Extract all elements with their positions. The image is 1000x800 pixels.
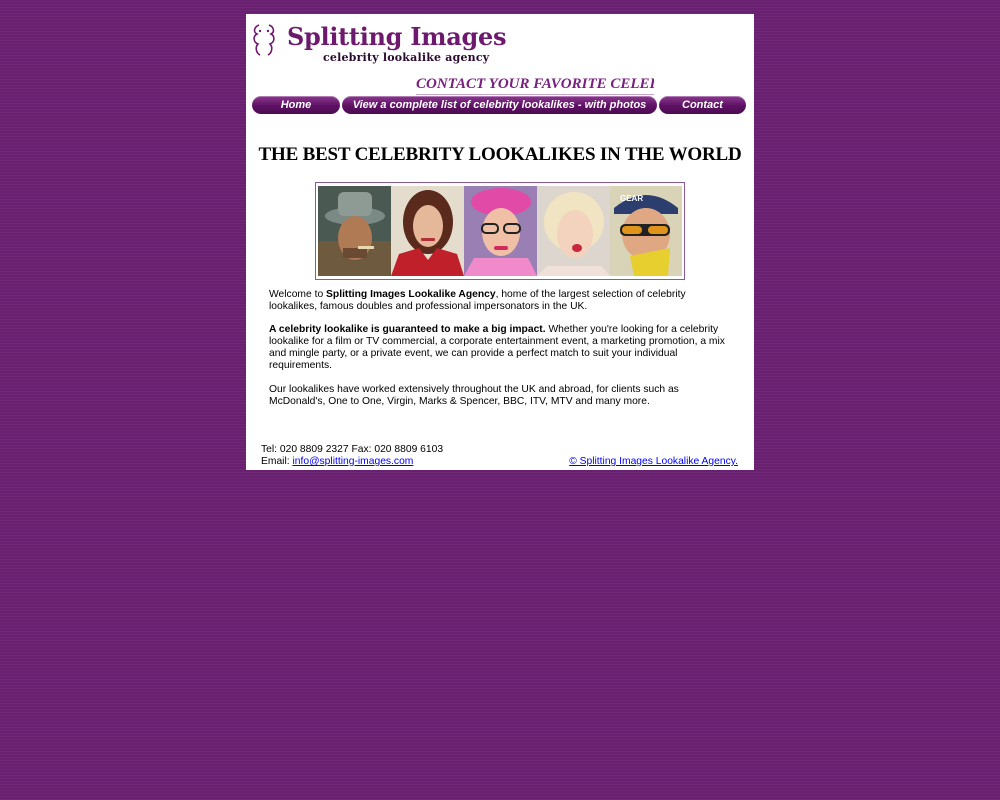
page-headline: THE BEST CELEBRITY LOOKALIKES IN THE WOR…	[258, 144, 742, 165]
nav-lookalike-list-button[interactable]: View a complete list of celebrity lookal…	[342, 96, 657, 114]
svg-text:GEAR: GEAR	[620, 194, 643, 203]
lookalike-photo-cowboy	[318, 186, 391, 276]
lookalike-photo-woman-red	[391, 186, 464, 276]
logo-title: Splitting Images	[287, 22, 507, 51]
intro-text: Welcome to	[269, 289, 327, 300]
nav-home-button[interactable]: Home	[252, 96, 340, 114]
footer-email: Email: info@splitting-images.com	[261, 456, 413, 467]
lookalike-photo-blonde	[537, 186, 610, 276]
site-logo[interactable]: Splitting Images celebrity lookalike age…	[250, 20, 506, 70]
intro-paragraph-clients: Our lookalikes have worked extensively t…	[269, 384, 679, 407]
scrolling-banner[interactable]: CONTACT YOUR FAVORITE CELEBRITY LOOKALIK…	[416, 76, 654, 95]
logo-subtitle: celebrity lookalike agency	[323, 51, 490, 64]
celebrity-photo-strip: GEAR	[315, 182, 685, 280]
nav-contact-button[interactable]: Contact	[659, 96, 746, 114]
agency-name: Splitting Images Lookalike Agency	[326, 289, 496, 300]
lookalike-photo-sunglasses: GEAR	[610, 186, 682, 276]
lookalike-photo-dame	[464, 186, 537, 276]
email-label: Email:	[261, 456, 293, 467]
logo-faces-icon	[253, 24, 275, 56]
email-link[interactable]: info@splitting-images.com	[292, 456, 413, 467]
copyright-link[interactable]: © Splitting Images Lookalike Agency.	[569, 456, 738, 467]
impact-heading: A celebrity lookalike is guaranteed to m…	[269, 324, 546, 335]
intro-paragraph-impact: A celebrity lookalike is guaranteed to m…	[269, 324, 731, 372]
intro-paragraph-welcome: Welcome to Splitting Images Lookalike Ag…	[269, 289, 731, 313]
page-panel: Splitting Images celebrity lookalike age…	[246, 14, 754, 470]
footer-phone-fax: Tel: 020 8809 2327 Fax: 020 8809 6103	[261, 444, 444, 455]
